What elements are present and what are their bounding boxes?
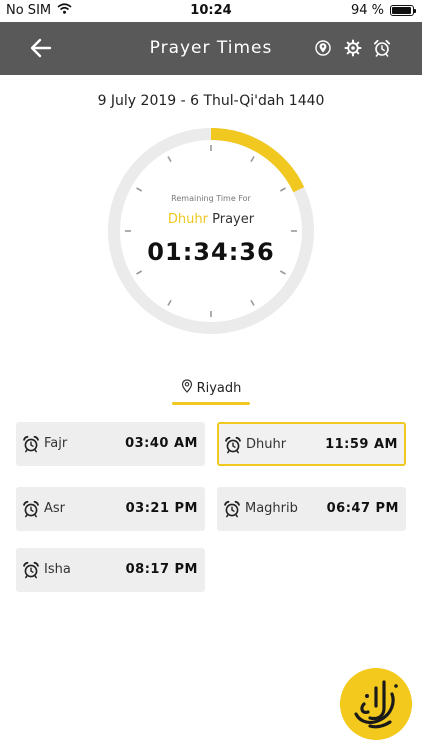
next-prayer-suffix: Prayer (212, 212, 255, 227)
location-icon (315, 40, 331, 56)
ring-tick (279, 187, 286, 192)
ring-tick (136, 270, 143, 275)
alarm-clock-icon (22, 561, 40, 579)
prayer-name: Fajr (44, 436, 68, 451)
ring-tick (167, 156, 172, 163)
date-line: 9 July 2019 - 6 Thul-Qi'dah 1440 (97, 93, 325, 109)
countdown-ring: Remaining Time For Dhuhr Prayer 01:34:36 (105, 125, 317, 337)
prayer-time: 03:40 AM (125, 436, 198, 451)
ring-ticks (125, 145, 297, 317)
status-right: 94 % (350, 3, 416, 18)
prayer-name: Dhuhr (246, 437, 287, 452)
ring-tick (250, 299, 255, 306)
countdown-dial (108, 128, 314, 334)
nav-bar: Prayer Times (0, 22, 422, 75)
prayer-card-asr[interactable]: Asr 03:21 PM (16, 487, 205, 531)
battery-label: 94 % (350, 3, 384, 18)
city-name: Riyadh (196, 380, 242, 396)
settings-icon (344, 39, 362, 57)
prayer-name: Asr (44, 501, 66, 516)
remaining-label: Remaining Time For (171, 194, 251, 203)
pin-icon (181, 379, 193, 397)
battery-icon (390, 5, 416, 16)
prayer-card-fajr[interactable]: Fajr 03:40 AM (16, 422, 205, 466)
settings-button[interactable] (343, 38, 363, 58)
prayer-name: Maghrib (245, 501, 298, 516)
prayer-card-dhuhr[interactable]: Dhuhr 11:59 AM (217, 422, 406, 466)
status-bar: No SIM 10:24 94 % (0, 0, 422, 22)
prayer-card-maghrib[interactable]: Maghrib 06:47 PM (217, 487, 406, 531)
prayer-time: 08:17 PM (125, 562, 198, 577)
alarm-button[interactable] (372, 38, 392, 58)
ring-tick (279, 270, 286, 275)
prayer-time: 11:59 AM (325, 437, 398, 452)
city-underline (172, 402, 250, 405)
ring-tick (167, 299, 172, 306)
next-prayer-label: Dhuhr Prayer (105, 212, 317, 227)
ring-progress (210, 128, 305, 193)
alarm-clock-icon (22, 500, 40, 518)
alarm-icon (373, 39, 391, 57)
next-prayer-name: Dhuhr (167, 212, 208, 227)
countdown-timer: 01:34:36 (147, 238, 275, 266)
city-selector[interactable]: Riyadh (172, 377, 250, 405)
prayer-time: 03:21 PM (125, 501, 198, 516)
prayer-card-isha[interactable]: Isha 08:17 PM (16, 548, 205, 592)
calligraphy-logo-icon (354, 680, 398, 729)
app-logo (340, 668, 412, 740)
prayer-time: 06:47 PM (326, 501, 399, 516)
alarm-clock-icon (22, 435, 40, 453)
ring-tick (136, 187, 143, 192)
alarm-clock-icon (223, 500, 241, 518)
location-button[interactable] (313, 38, 333, 58)
alarm-clock-icon (224, 436, 242, 454)
prayer-name: Isha (44, 562, 71, 577)
ring-tick (250, 156, 255, 163)
